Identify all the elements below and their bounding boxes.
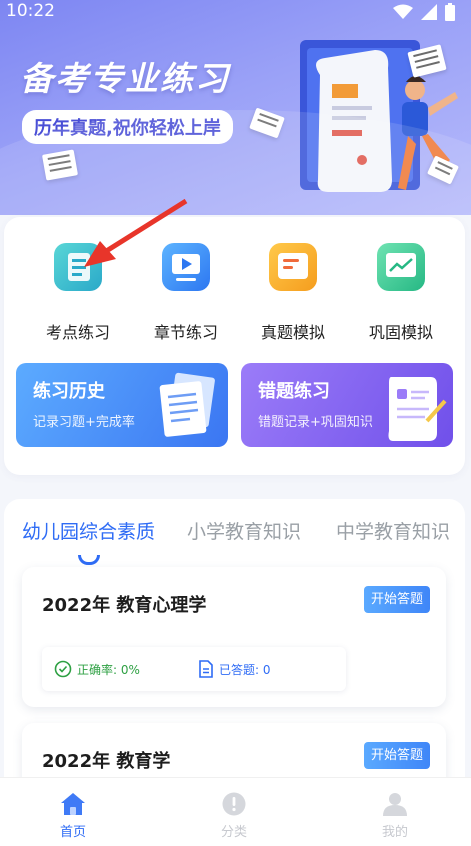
- promo-title: 练习历史: [33, 381, 105, 402]
- mistake-practice-card[interactable]: 错题练习 错题记录+巩固知识: [241, 363, 453, 447]
- bottom-navigation: 首页 分类 我的: [0, 777, 471, 846]
- home-icon: [60, 792, 86, 816]
- check-circle-icon: [54, 660, 72, 678]
- floating-paper: [426, 155, 460, 185]
- pointer-arrow-icon: [84, 198, 188, 267]
- subject-tabs: 幼儿园综合素质 小学教育知识 中学教育知识: [4, 517, 465, 565]
- header-banner: 10:22 备考专业练习 历年真题,祝你轻松上岸: [0, 0, 471, 215]
- floating-paper: [41, 149, 79, 181]
- documents-illustration: [159, 372, 215, 437]
- quick-item-past-exam-simulation[interactable]: 真题模拟: [238, 243, 348, 343]
- practice-history-card[interactable]: 练习历史 记录习题+完成率: [16, 363, 228, 447]
- scroll-illustration: [388, 377, 447, 441]
- tab-kindergarten-quality[interactable]: 幼儿园综合素质: [22, 517, 155, 544]
- exam-title: 2022年 教育心理学: [42, 595, 207, 616]
- start-answering-button[interactable]: 开始答题: [363, 586, 430, 613]
- quick-item-label: 章节练习: [153, 323, 218, 342]
- exam-title: 2022年 教育学: [42, 751, 171, 772]
- user-icon: [382, 792, 408, 816]
- document-icon: [199, 660, 213, 678]
- wifi-icon: [393, 4, 413, 19]
- nav-label: 首页: [59, 825, 86, 840]
- start-answering-button[interactable]: 开始答题: [363, 742, 430, 769]
- exam-stats: 正确率: 0% 已答题: 0: [42, 647, 346, 691]
- battery-icon: [445, 3, 455, 21]
- quick-item-label: 真题模拟: [260, 323, 325, 342]
- banner-title: 备考专业练习: [20, 59, 230, 98]
- alert-circle-icon: [221, 792, 247, 816]
- subject-card: 幼儿园综合素质 小学教育知识 中学教育知识 2022年 教育心理学 开始答题 正…: [4, 499, 465, 789]
- folder-icon: [269, 243, 317, 291]
- nav-home[interactable]: 首页: [43, 792, 103, 840]
- study-illustration: [300, 40, 458, 192]
- tab-secondary-education[interactable]: 中学教育知识: [336, 517, 450, 544]
- tab-primary-education[interactable]: 小学教育知识: [187, 517, 301, 544]
- active-tab-indicator: [78, 555, 100, 565]
- floating-paper: [249, 107, 285, 139]
- nav-label: 我的: [381, 825, 408, 840]
- answered-count: 已答题: 0: [219, 662, 271, 677]
- quick-item-review-simulation[interactable]: 巩固模拟: [346, 243, 456, 343]
- exam-card[interactable]: 2022年 教育心理学 开始答题 正确率: 0% 已答题: 0: [22, 567, 446, 707]
- quick-actions-card: 考点练习 章节练习 真题模拟 巩固模拟 练习历史 记录习题+完成率 错题练习 错…: [4, 198, 465, 475]
- quick-item-label: 考点练习: [45, 323, 110, 342]
- signal-icon: [421, 4, 437, 20]
- nav-label: 分类: [220, 825, 247, 840]
- nav-profile[interactable]: 我的: [365, 792, 425, 840]
- banner-subtitle: 历年真题,祝你轻松上岸: [22, 110, 233, 144]
- nav-category[interactable]: 分类: [204, 792, 264, 840]
- status-time: 10:22: [6, 1, 55, 21]
- chart-screen-icon: [377, 243, 425, 291]
- promo-title: 错题练习: [258, 381, 330, 402]
- accuracy-text: 正确率: 0%: [77, 662, 140, 677]
- quick-item-label: 巩固模拟: [368, 323, 433, 342]
- promo-subtitle: 记录习题+完成率: [33, 415, 135, 430]
- promo-subtitle: 错题记录+巩固知识: [258, 415, 373, 430]
